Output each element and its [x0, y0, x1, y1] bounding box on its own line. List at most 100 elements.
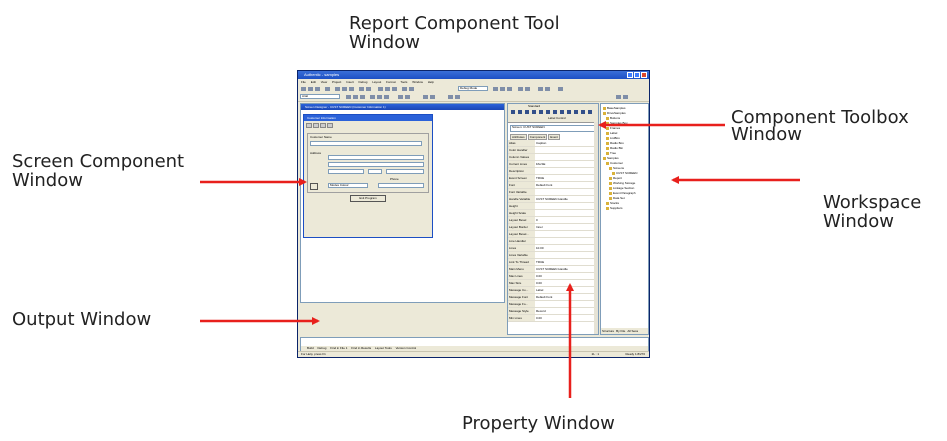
property-row[interactable]: Message Fo...: [508, 301, 598, 308]
italic-icon[interactable]: [353, 95, 358, 99]
property-row[interactable]: Layout Bevel 0: [508, 217, 598, 224]
property-row[interactable]: Lines 10.00: [508, 245, 598, 252]
property-row[interactable]: Handle Variable CUST SCREEN Handle: [508, 196, 598, 203]
frame-tool-icon[interactable]: [567, 110, 571, 114]
align-left-icon[interactable]: [370, 95, 375, 99]
exit-program-button[interactable]: Exit Program: [350, 195, 386, 202]
property-value[interactable]: Record: [535, 308, 598, 314]
menu-window[interactable]: Window: [412, 80, 423, 84]
property-value[interactable]: CUST SCREEN Handle: [535, 196, 598, 202]
property-value[interactable]: Label: [535, 287, 598, 293]
property-value[interactable]: Default Font: [535, 182, 598, 188]
color-icon[interactable]: [398, 95, 403, 99]
property-value[interactable]: [535, 203, 598, 209]
copy-icon[interactable]: [342, 87, 347, 91]
property-value[interactable]: FALSE: [535, 161, 598, 167]
property-row[interactable]: Lines Variable: [508, 252, 598, 259]
property-row[interactable]: Current Lines FALSE: [508, 161, 598, 168]
property-row[interactable]: Line Handler: [508, 238, 598, 245]
property-scrollbar[interactable]: [594, 122, 598, 334]
tab-layout-tools[interactable]: Layout Tools: [375, 346, 392, 350]
print-icon[interactable]: [325, 87, 330, 91]
tab-order-icon[interactable]: [455, 95, 460, 99]
last-record-button[interactable]: [327, 123, 333, 128]
align-icon[interactable]: [392, 87, 397, 91]
build-icon[interactable]: [402, 87, 407, 91]
radio-tool-icon[interactable]: [546, 110, 550, 114]
minimize-button[interactable]: [627, 72, 633, 78]
tree-item[interactable]: Suppliers: [603, 206, 648, 211]
property-value[interactable]: [535, 147, 598, 153]
grid-icon[interactable]: [385, 87, 390, 91]
watch-icon[interactable]: [518, 87, 523, 91]
bold-icon[interactable]: [346, 95, 351, 99]
new-icon[interactable]: [301, 87, 306, 91]
menu-project[interactable]: Project: [332, 80, 341, 84]
property-value[interactable]: CUST SCREEN Handle: [535, 266, 598, 272]
debug-icon[interactable]: [493, 87, 498, 91]
order-icon[interactable]: [448, 95, 453, 99]
property-value[interactable]: [535, 301, 598, 307]
label-tool-icon[interactable]: [518, 110, 522, 114]
property-value[interactable]: 0.00: [535, 273, 598, 279]
address-line2-field[interactable]: [328, 162, 424, 167]
entry-tool-icon[interactable]: [525, 110, 529, 114]
tab-structure[interactable]: Structure: [602, 328, 614, 334]
breakpoint-icon[interactable]: [525, 87, 530, 91]
property-value[interactable]: Default Font: [535, 294, 598, 300]
property-row[interactable]: Font Variable: [508, 189, 598, 196]
tab-debug[interactable]: Debug: [318, 346, 327, 350]
menu-insert[interactable]: Insert: [346, 80, 354, 84]
property-row[interactable]: Max Size 0.00: [508, 280, 598, 287]
layout-icon[interactable]: [378, 87, 383, 91]
align-center-icon[interactable]: [377, 95, 382, 99]
property-row[interactable]: Height: [508, 203, 598, 210]
property-value[interactable]: 0: [535, 217, 598, 223]
property-value[interactable]: Inner: [535, 224, 598, 230]
tab-version-control[interactable]: Version Control: [396, 346, 417, 350]
object-select[interactable]: Screen: CUST SCREEN: [510, 125, 596, 132]
property-row[interactable]: Min Lines 0.00: [508, 315, 598, 322]
menu-layout[interactable]: Layout: [372, 80, 381, 84]
maximize-button[interactable]: [634, 72, 640, 78]
zip-field[interactable]: [386, 169, 424, 174]
border-icon[interactable]: [405, 95, 410, 99]
property-value[interactable]: TRUE: [535, 259, 598, 265]
property-row[interactable]: Height Scale: [508, 210, 598, 217]
property-value[interactable]: TRUE: [535, 175, 598, 181]
paste-icon[interactable]: [349, 87, 354, 91]
menu-file[interactable]: File: [301, 80, 306, 84]
property-row[interactable]: Layout Border Inner: [508, 224, 598, 231]
replace-icon[interactable]: [545, 87, 550, 91]
space-icon[interactable]: [430, 95, 435, 99]
property-value[interactable]: [535, 154, 598, 160]
redo-icon[interactable]: [366, 87, 371, 91]
size-icon[interactable]: [423, 95, 428, 99]
property-row[interactable]: Color Handler: [508, 147, 598, 154]
property-value[interactable]: [535, 210, 598, 216]
tab-find-results[interactable]: Find in Results: [351, 346, 371, 350]
find-icon[interactable]: [538, 87, 543, 91]
prev-record-button[interactable]: [313, 123, 319, 128]
close-button[interactable]: [641, 72, 647, 78]
side-button[interactable]: [310, 183, 318, 190]
property-row[interactable]: Description: [508, 168, 598, 175]
property-row[interactable]: Alias Caption: [508, 140, 598, 147]
run-icon[interactable]: [409, 87, 414, 91]
property-value[interactable]: [535, 168, 598, 174]
property-row[interactable]: Max Lines 0.00: [508, 273, 598, 280]
property-value[interactable]: 0.00: [535, 315, 598, 321]
tab-by-file[interactable]: By File: [616, 328, 625, 334]
property-row[interactable]: Message Co... Label: [508, 287, 598, 294]
cut-icon[interactable]: [335, 87, 340, 91]
menu-help[interactable]: Help: [428, 80, 434, 84]
help-icon[interactable]: [623, 95, 628, 99]
options-icon[interactable]: [558, 87, 563, 91]
tab-find-in-file[interactable]: Find in File 1: [330, 346, 347, 350]
property-value[interactable]: 10.00: [535, 245, 598, 251]
property-row[interactable]: Message Font Default Font: [508, 294, 598, 301]
menu-format[interactable]: Format: [386, 80, 396, 84]
menu-debug[interactable]: Debug: [359, 80, 368, 84]
menu-edit[interactable]: Edit: [311, 80, 316, 84]
property-row[interactable]: Link To Thread TRUE: [508, 259, 598, 266]
